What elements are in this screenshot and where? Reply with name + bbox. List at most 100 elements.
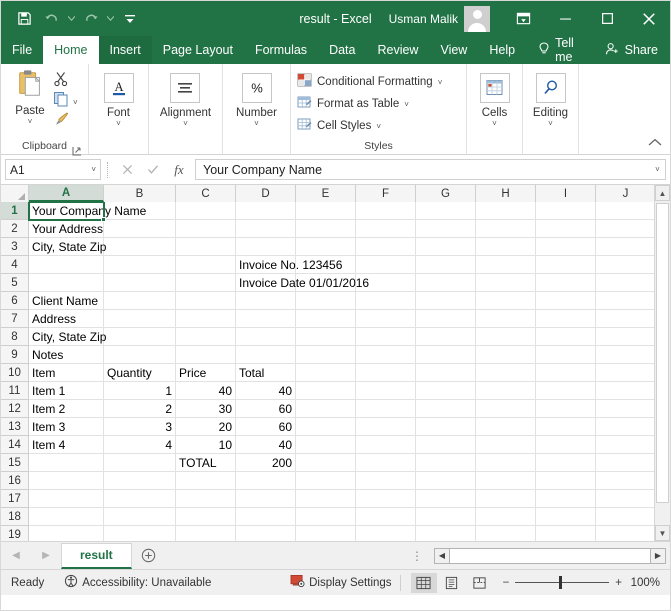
cell-G14[interactable] (416, 436, 476, 454)
cell-I1[interactable] (536, 202, 596, 220)
cell-J12[interactable] (596, 400, 656, 418)
cell-F6[interactable] (356, 292, 416, 310)
cell-B18[interactable] (104, 508, 176, 526)
cell-F12[interactable] (356, 400, 416, 418)
cell-G1[interactable] (416, 202, 476, 220)
cell-D6[interactable] (236, 292, 296, 310)
cell-J19[interactable] (596, 526, 656, 541)
cell-D7[interactable] (236, 310, 296, 328)
cell-styles-chevron-down-icon[interactable]: ˅ (376, 123, 381, 130)
cell-I12[interactable] (536, 400, 596, 418)
cell-I16[interactable] (536, 472, 596, 490)
cells-button[interactable]: Cells ˅ (467, 67, 522, 127)
cell-D5[interactable]: Invoice Date 01/01/2016 (236, 274, 296, 292)
cell-A4[interactable] (29, 256, 104, 274)
horizontal-scroll-track[interactable] (450, 548, 650, 564)
row-header-12[interactable]: 12 (1, 400, 28, 418)
cell-D9[interactable] (236, 346, 296, 364)
cell-H13[interactable] (476, 418, 536, 436)
share-button[interactable]: Share (599, 42, 670, 59)
cell-A10[interactable]: Item (29, 364, 104, 382)
vertical-scroll-thumb[interactable] (656, 203, 669, 503)
cell-B17[interactable] (104, 490, 176, 508)
cell-F8[interactable] (356, 328, 416, 346)
cell-B19[interactable] (104, 526, 176, 541)
cell-J7[interactable] (596, 310, 656, 328)
tab-formulas[interactable]: Formulas (244, 36, 318, 64)
cell-D14[interactable]: 40 (236, 436, 296, 454)
sheet-overflow-icon[interactable]: ⋮ (411, 549, 424, 563)
cell-D11[interactable]: 40 (236, 382, 296, 400)
cell-F13[interactable] (356, 418, 416, 436)
row-header-15[interactable]: 15 (1, 454, 28, 472)
cell-D8[interactable] (236, 328, 296, 346)
zoom-slider-thumb[interactable] (559, 576, 562, 589)
row-header-11[interactable]: 11 (1, 382, 28, 400)
cell-D17[interactable] (236, 490, 296, 508)
tab-review[interactable]: Review (366, 36, 429, 64)
select-all-button[interactable] (1, 185, 29, 202)
cell-B7[interactable] (104, 310, 176, 328)
row-header-14[interactable]: 14 (1, 436, 28, 454)
cell-B9[interactable] (104, 346, 176, 364)
cell-E18[interactable] (296, 508, 356, 526)
cell-B15[interactable] (104, 454, 176, 472)
zoom-in-icon[interactable]: + (615, 577, 622, 589)
redo-dropdown-icon[interactable] (106, 6, 115, 32)
cell-G9[interactable] (416, 346, 476, 364)
normal-view-icon[interactable] (411, 573, 437, 593)
cell-C7[interactable] (176, 310, 236, 328)
cell-H8[interactable] (476, 328, 536, 346)
cell-D1[interactable] (236, 202, 296, 220)
cell-B16[interactable] (104, 472, 176, 490)
cell-A12[interactable]: Item 2 (29, 400, 104, 418)
expand-formula-bar-icon[interactable]: ˅ (650, 159, 666, 180)
cell-A13[interactable]: Item 3 (29, 418, 104, 436)
cell-I4[interactable] (536, 256, 596, 274)
page-break-preview-icon[interactable] (467, 573, 493, 593)
cell-J14[interactable] (596, 436, 656, 454)
number-chevron-down-icon[interactable]: ˅ (254, 120, 259, 127)
cell-C12[interactable]: 30 (176, 400, 236, 418)
cell-F15[interactable] (356, 454, 416, 472)
scroll-left-icon[interactable]: ◀ (434, 548, 450, 564)
formula-input[interactable]: Your Company Name (195, 159, 650, 180)
cell-I8[interactable] (536, 328, 596, 346)
cell-G3[interactable] (416, 238, 476, 256)
row-header-3[interactable]: 3 (1, 238, 28, 256)
cell-I13[interactable] (536, 418, 596, 436)
column-header-f[interactable]: F (356, 185, 416, 202)
cell-D2[interactable] (236, 220, 296, 238)
cell-I11[interactable] (536, 382, 596, 400)
insert-function-icon[interactable]: fx (166, 159, 192, 181)
cell-E19[interactable] (296, 526, 356, 541)
row-header-8[interactable]: 8 (1, 328, 28, 346)
cell-D18[interactable] (236, 508, 296, 526)
cell-A1[interactable]: Your Company Name (29, 202, 104, 220)
collapse-ribbon-icon[interactable] (648, 138, 662, 150)
cell-I15[interactable] (536, 454, 596, 472)
cell-E8[interactable] (296, 328, 356, 346)
cell-B11[interactable]: 1 (104, 382, 176, 400)
cell-E7[interactable] (296, 310, 356, 328)
zoom-out-icon[interactable]: − (503, 577, 510, 589)
undo-icon[interactable] (39, 6, 65, 32)
cells-chevron-down-icon[interactable]: ˅ (492, 120, 497, 127)
cell-H7[interactable] (476, 310, 536, 328)
column-header-g[interactable]: G (416, 185, 476, 202)
tab-help[interactable]: Help (478, 36, 526, 64)
cell-J6[interactable] (596, 292, 656, 310)
cell-F7[interactable] (356, 310, 416, 328)
clipboard-dialog-launcher-icon[interactable] (72, 143, 82, 153)
cell-A7[interactable]: Address (29, 310, 104, 328)
cell-B3[interactable] (104, 238, 176, 256)
row-header-4[interactable]: 4 (1, 256, 28, 274)
cut-button[interactable] (53, 72, 78, 91)
cell-C18[interactable] (176, 508, 236, 526)
scroll-right-icon[interactable]: ▶ (650, 548, 666, 564)
customize-quick-access-icon[interactable] (117, 6, 143, 32)
cell-D16[interactable] (236, 472, 296, 490)
tab-file[interactable]: File (1, 36, 43, 64)
cell-E17[interactable] (296, 490, 356, 508)
cell-F17[interactable] (356, 490, 416, 508)
